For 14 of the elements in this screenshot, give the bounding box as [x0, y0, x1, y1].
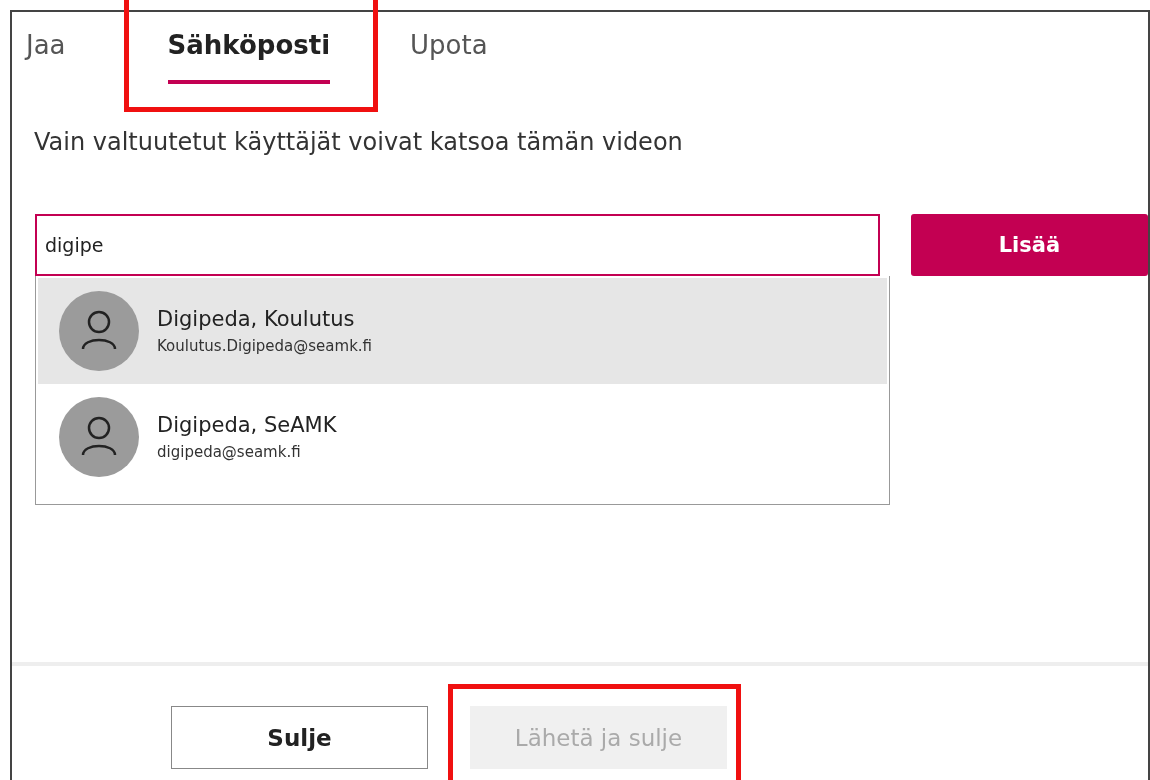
contact-name: Digipeda, Koulutus — [157, 307, 356, 331]
tab[interactable]: Sähköposti — [167, 20, 331, 84]
notice-text: Vain valtuutetut käyttäjät voivat katsoa tämän videon — [33, 127, 684, 158]
recipient-field[interactable]: digipe — [35, 214, 880, 276]
close-button[interactable]: Sulje — [171, 706, 428, 769]
add-button[interactable]: Lisää — [910, 214, 1148, 276]
tab[interactable]: Upota — [410, 20, 488, 84]
contact-email: digipeda@seamk.fi — [157, 443, 302, 461]
contact-email: Koulutus.Digipeda@seamk.fi — [157, 337, 373, 355]
tab[interactable]: Jaa — [26, 20, 66, 84]
contact-name: Digipeda, SeAMK — [157, 413, 337, 437]
suggestion-item[interactable]: Digipeda, Koulutus Koulutus.Digipeda@seamk.fi — [38, 278, 887, 384]
avatar-icon — [59, 291, 139, 371]
avatar-icon — [59, 397, 139, 477]
